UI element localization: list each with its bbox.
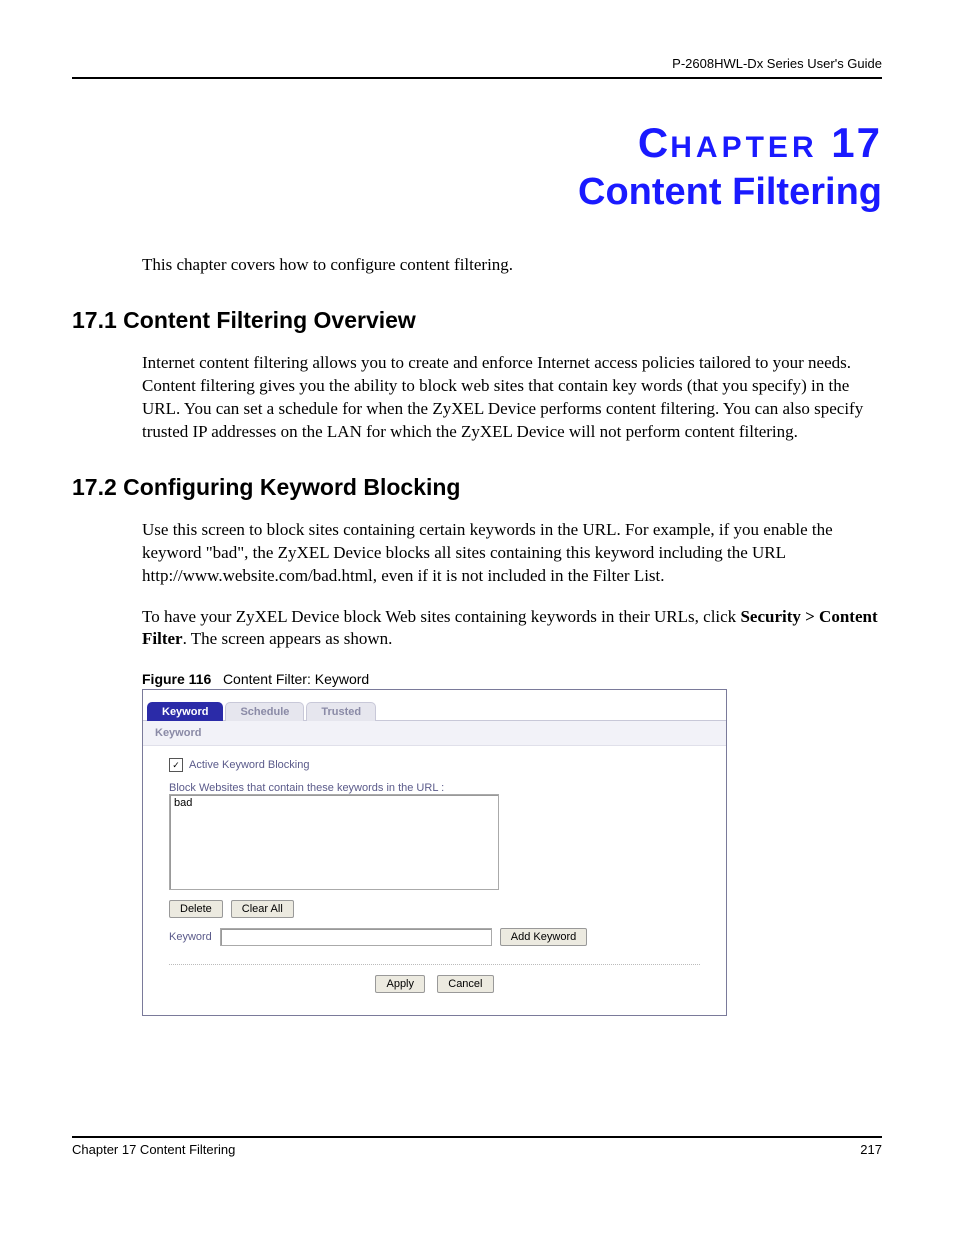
nav-pre: To have your ZyXEL Device block Web site… bbox=[142, 607, 740, 626]
nav-post: . The screen appears as shown. bbox=[183, 629, 393, 648]
panel-footer-buttons: Apply Cancel bbox=[169, 964, 700, 997]
figure-caption: Figure 116 Content Filter: Keyword bbox=[142, 671, 882, 687]
cancel-button[interactable]: Cancel bbox=[437, 975, 493, 993]
figure-caption-text: Content Filter: Keyword bbox=[223, 671, 369, 687]
section-17-1-heading: 17.1 Content Filtering Overview bbox=[72, 307, 882, 334]
panel-body: ✓ Active Keyword Blocking Block Websites… bbox=[143, 746, 726, 1015]
footer-left: Chapter 17 Content Filtering bbox=[72, 1142, 235, 1157]
blocklist-box[interactable]: bad bbox=[169, 794, 499, 890]
chapter-number: CHAPTER 17 bbox=[72, 119, 882, 167]
keyword-entry-row: Keyword Add Keyword bbox=[169, 928, 700, 946]
active-blocking-label: Active Keyword Blocking bbox=[189, 759, 309, 771]
figure-screenshot: Keyword Schedule Trusted Keyword ✓ Activ… bbox=[142, 689, 727, 1016]
clear-all-button[interactable]: Clear All bbox=[231, 900, 294, 918]
tab-trusted[interactable]: Trusted bbox=[306, 702, 376, 721]
section-17-1-body: Internet content filtering allows you to… bbox=[72, 352, 882, 444]
keyword-input[interactable] bbox=[220, 928, 492, 946]
chapter-smallcaps: HAPTER bbox=[670, 131, 817, 164]
header-rule bbox=[72, 77, 882, 79]
chapter-prefix: C bbox=[638, 119, 670, 166]
blocklist-item[interactable]: bad bbox=[174, 797, 494, 809]
section-17-2-nav: To have your ZyXEL Device block Web site… bbox=[72, 606, 882, 652]
tab-bar: Keyword Schedule Trusted bbox=[143, 690, 726, 721]
tab-keyword[interactable]: Keyword bbox=[147, 702, 223, 721]
figure-label: Figure 116 bbox=[142, 671, 211, 687]
keyword-input-label: Keyword bbox=[169, 931, 212, 943]
chapter-title: Content Filtering bbox=[72, 171, 882, 214]
doc-title: P-2608HWL-Dx Series User's Guide bbox=[72, 56, 882, 71]
active-blocking-checkbox[interactable]: ✓ bbox=[169, 758, 183, 772]
section-17-2-body: Use this screen to block sites containin… bbox=[72, 519, 882, 588]
chapter-intro: This chapter covers how to configure con… bbox=[72, 254, 882, 277]
list-buttons-row: Delete Clear All bbox=[169, 900, 700, 918]
apply-button[interactable]: Apply bbox=[375, 975, 425, 993]
blocklist-label: Block Websites that contain these keywor… bbox=[169, 782, 700, 794]
chapter-num-value: 17 bbox=[831, 119, 882, 166]
add-keyword-button[interactable]: Add Keyword bbox=[500, 928, 587, 946]
footer-page-number: 217 bbox=[860, 1142, 882, 1157]
active-blocking-row: ✓ Active Keyword Blocking bbox=[169, 758, 700, 772]
page-footer: Chapter 17 Content Filtering 217 bbox=[72, 1136, 882, 1157]
tab-schedule[interactable]: Schedule bbox=[225, 702, 304, 721]
section-17-2-heading: 17.2 Configuring Keyword Blocking bbox=[72, 474, 882, 501]
delete-button[interactable]: Delete bbox=[169, 900, 223, 918]
panel-section-label: Keyword bbox=[143, 721, 726, 746]
